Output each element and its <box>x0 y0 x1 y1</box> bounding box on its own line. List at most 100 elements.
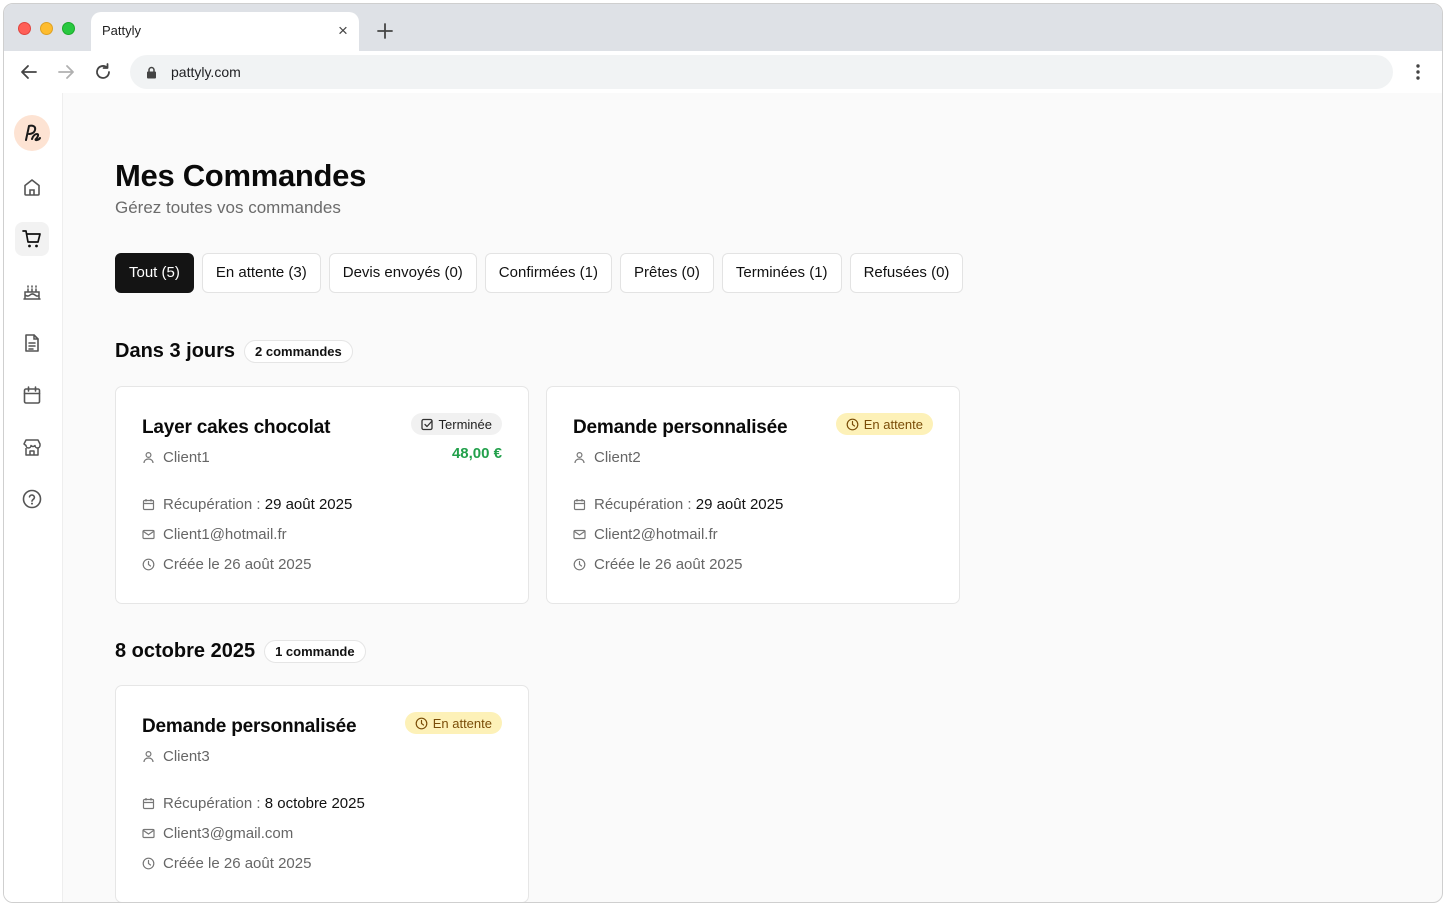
mail-icon <box>142 828 155 839</box>
clock-icon <box>142 857 155 870</box>
status-label: En attente <box>863 416 923 432</box>
address-bar[interactable]: pattyly.com <box>130 55 1393 89</box>
mail-icon <box>142 529 155 540</box>
main-content: Mes Commandes Gérez toutes vos commandes… <box>64 93 1442 902</box>
status-badge: En attente <box>835 413 933 435</box>
clock-icon <box>573 558 586 571</box>
home-icon <box>24 179 40 196</box>
sidebar-item-help[interactable] <box>15 482 49 516</box>
sidebar-item-documents[interactable] <box>15 326 49 360</box>
client-name: Client3 <box>163 748 210 765</box>
filter-ready[interactable]: Prêtes (0) <box>620 253 714 293</box>
client-email: Client1@hotmail.fr <box>163 526 287 543</box>
new-tab-button[interactable] <box>373 19 397 43</box>
filter-all[interactable]: Tout (5) <box>115 253 194 293</box>
created-date: Créée le 26 août 2025 <box>163 855 312 872</box>
email-row: Client1@hotmail.fr <box>142 526 287 543</box>
cart-icon <box>22 230 41 248</box>
client-name: Client1 <box>163 449 210 466</box>
client-name: Client2 <box>594 449 641 466</box>
pickup-label: Récupération : <box>163 496 261 513</box>
pickup-date: 29 août 2025 <box>264 496 353 513</box>
sidebar <box>4 93 63 902</box>
tab-close-icon[interactable]: × <box>333 21 353 41</box>
pickup-date: 8 octobre 2025 <box>264 795 365 812</box>
status-filter-tabs: Tout (5) En attente (3) Devis envoyés (0… <box>115 253 964 293</box>
reload-icon <box>96 63 110 79</box>
sidebar-item-cakes[interactable] <box>15 274 49 308</box>
pattyly-logo[interactable] <box>14 115 50 151</box>
pickup-row: Récupération : 29 août 2025 <box>142 496 352 513</box>
store-icon <box>23 439 41 456</box>
forward-button[interactable] <box>55 61 77 83</box>
minimize-window-button[interactable] <box>40 22 53 35</box>
url-text: pattyly.com <box>171 64 241 80</box>
order-price: 48,00 € <box>451 445 502 462</box>
maximize-window-button[interactable] <box>62 22 75 35</box>
calendar-icon <box>142 499 155 511</box>
order-title: Demande personnalisée <box>573 417 788 438</box>
clock-icon <box>846 418 859 430</box>
filter-quotes-sent[interactable]: Devis envoyés (0) <box>328 253 477 293</box>
filter-confirmed[interactable]: Confirmées (1) <box>484 253 612 293</box>
page-subtitle: Gérez toutes vos commandes <box>115 198 341 217</box>
pickup-row: Récupération : 8 octobre 2025 <box>142 795 365 812</box>
created-row: Créée le 26 août 2025 <box>142 855 311 872</box>
user-icon <box>143 750 154 763</box>
status-badge: Terminée <box>410 413 502 435</box>
filter-completed[interactable]: Terminées (1) <box>721 253 842 293</box>
clock-icon <box>142 558 155 571</box>
order-client: Client2 <box>573 449 641 466</box>
filter-refused[interactable]: Refusées (0) <box>849 253 964 293</box>
mail-icon <box>573 529 586 540</box>
order-client: Client1 <box>142 449 210 466</box>
group-count-badge: 1 commande <box>264 640 366 663</box>
arrow-left-icon <box>21 65 37 79</box>
pickup-label: Récupération : <box>594 496 692 513</box>
created-row: Créée le 26 août 2025 <box>573 556 742 573</box>
check-square-icon <box>420 418 433 430</box>
calendar-icon <box>573 499 586 511</box>
tab-title: Pattyly <box>102 23 142 38</box>
plus-icon <box>377 23 393 39</box>
logo-icon <box>25 124 41 142</box>
more-vertical-icon <box>1416 64 1420 80</box>
browser-toolbar: pattyly.com <box>4 51 1442 93</box>
group-title: 8 octobre 2025 <box>115 640 256 662</box>
browser-menu-button[interactable] <box>1408 61 1428 83</box>
browser-tab[interactable]: Pattyly × <box>91 12 359 51</box>
order-card[interactable]: Demande personnalisée En attente Client3… <box>115 685 529 902</box>
sidebar-item-shop[interactable] <box>15 430 49 464</box>
close-window-button[interactable] <box>18 22 31 35</box>
pickup-row: Récupération : 29 août 2025 <box>573 496 783 513</box>
tab-strip: Pattyly × <box>4 4 1442 51</box>
created-row: Créée le 26 août 2025 <box>142 556 311 573</box>
lock-icon <box>147 66 156 79</box>
user-icon <box>574 451 585 464</box>
email-row: Client2@hotmail.fr <box>573 526 718 543</box>
user-icon <box>143 451 154 464</box>
order-title: Layer cakes chocolat <box>142 417 331 438</box>
filter-pending[interactable]: En attente (3) <box>201 253 321 293</box>
calendar-icon <box>23 386 41 404</box>
order-title: Demande personnalisée <box>142 716 357 737</box>
status-label: Terminée <box>438 416 492 432</box>
sidebar-item-home[interactable] <box>15 170 49 204</box>
document-icon <box>25 334 39 352</box>
sidebar-item-orders[interactable] <box>15 222 49 256</box>
sidebar-item-calendar[interactable] <box>15 378 49 412</box>
order-group-header: Dans 3 jours 2 commandes <box>115 340 353 363</box>
order-card[interactable]: Demande personnalisée En attente Client2… <box>546 386 960 604</box>
reload-button[interactable] <box>92 61 114 83</box>
status-badge: En attente <box>404 712 502 734</box>
group-title: Dans 3 jours <box>115 340 236 362</box>
pickup-label: Récupération : <box>163 795 261 812</box>
group-count-badge: 2 commandes <box>244 340 353 363</box>
back-button[interactable] <box>18 61 40 83</box>
page-title: Mes Commandes <box>115 158 367 193</box>
cake-icon <box>23 285 41 300</box>
created-date: Créée le 26 août 2025 <box>594 556 743 573</box>
order-client: Client3 <box>142 748 210 765</box>
order-card[interactable]: Layer cakes chocolat Terminée 48,00 € Cl… <box>115 386 529 604</box>
client-email: Client3@gmail.com <box>163 825 294 842</box>
